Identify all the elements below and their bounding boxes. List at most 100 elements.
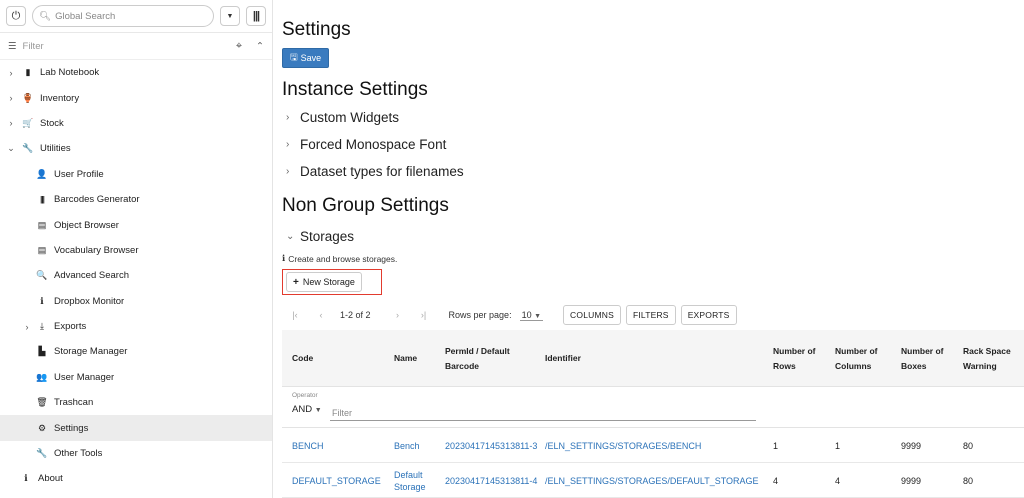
sidebar-item-utilities[interactable]: ⌄ 🔧 Utilities	[0, 136, 272, 161]
sidebar-item-label: Exports	[54, 321, 87, 333]
accordion-forced-monospace-font[interactable]: › Forced Monospace Font	[282, 131, 1016, 158]
cell-permid[interactable]: 20230417145313811-3	[445, 428, 540, 463]
sidebar-item-lab-notebook[interactable]: › ▮ Lab Notebook	[0, 60, 272, 85]
exports-button[interactable]: EXPORTS	[680, 305, 737, 325]
sidebar-item-storage-manager[interactable]: ▙ Storage Manager	[0, 339, 272, 364]
table-header: Code Name PermId / Default Barcode Ident…	[282, 330, 1024, 387]
next-page-icon[interactable]: ›	[385, 310, 411, 320]
chevron-right-icon[interactable]: ›	[6, 68, 16, 78]
accordion-label: Dataset types for filenames	[300, 164, 464, 179]
filter-icon: ☰	[8, 40, 17, 52]
cell-boxes: 9999	[901, 475, 922, 486]
non-group-settings-title: Non Group Settings	[282, 195, 449, 216]
collapse-all-icon[interactable]: ⌃	[256, 41, 264, 52]
header-permid[interactable]: PermId / Default Barcode	[445, 330, 530, 387]
rows-per-page-select[interactable]: 10 ▼	[519, 310, 544, 321]
operator-select[interactable]: AND ▼	[292, 404, 322, 415]
cell-name[interactable]: Default Storage	[394, 463, 434, 498]
save-label: Save	[300, 53, 322, 63]
info-icon: ℹ	[40, 295, 44, 306]
sidebar-item-other-tools[interactable]: 🔧 Other Tools	[0, 441, 272, 466]
storages-description: ℹ Create and browse storages.	[282, 253, 1016, 264]
inventory-icon: 🏺	[22, 92, 34, 103]
sidebar-item-vocabulary-browser[interactable]: ▤ Vocabulary Browser	[0, 238, 272, 263]
header-identifier[interactable]: Identifier	[545, 330, 581, 387]
user-icon: 👤	[36, 168, 48, 179]
cell-identifier[interactable]: /ELN_SETTINGS/STORAGES/BENCH	[545, 428, 701, 463]
chevron-right-icon[interactable]: ›	[6, 93, 16, 103]
cell-identifier[interactable]: /ELN_SETTINGS/STORAGES/DEFAULT_STORAGE	[545, 463, 759, 498]
search-dropdown-button[interactable]: ▼	[220, 6, 240, 26]
header-code[interactable]: Code	[292, 330, 313, 387]
caret-down-icon: ▼	[314, 407, 322, 414]
sidebar-item-label: Stock	[40, 117, 64, 129]
chevron-down-icon[interactable]: ⌄	[6, 143, 16, 154]
accordion-storages[interactable]: ⌄ Storages	[282, 223, 1016, 250]
filters-button[interactable]: FILTERS	[625, 305, 676, 325]
table-row[interactable]: DEFAULT_STORAGE Default Storage 20230417…	[282, 463, 1024, 498]
new-storage-button[interactable]: + New Storage	[286, 272, 362, 292]
page-range: 1-2 of 2	[340, 310, 371, 320]
sidebar-item-exports[interactable]: › ⤓ Exports	[0, 314, 272, 339]
power-icon: ⏻	[11, 9, 21, 22]
header-name[interactable]: Name	[394, 330, 417, 387]
sidebar-item-object-browser[interactable]: ▤ Object Browser	[0, 212, 272, 237]
page-title: Settings	[282, 19, 351, 40]
info-icon: ℹ	[282, 253, 286, 263]
accordion-dataset-types[interactable]: › Dataset types for filenames	[282, 158, 1016, 185]
sidebar-item-user-profile[interactable]: 👤 User Profile	[0, 162, 272, 187]
accordion-custom-widgets[interactable]: › Custom Widgets	[282, 104, 1016, 131]
cell-rows: 1	[773, 440, 779, 451]
cell-boxes: 9999	[901, 440, 922, 451]
last-page-icon[interactable]: ›|	[411, 310, 437, 320]
sidebar-item-trashcan[interactable]: 🗑 Trashcan	[0, 390, 272, 415]
save-button[interactable]: 🖫 Save	[282, 48, 330, 68]
list-icon: ▤	[37, 219, 47, 230]
sidebar-item-advanced-search[interactable]: 🔍 Advanced Search	[0, 263, 272, 288]
header-number-of-boxes[interactable]: Number of Boxes	[901, 330, 949, 387]
sidebar-item-about[interactable]: ℹ About	[0, 466, 272, 491]
prev-page-icon[interactable]: ‹	[308, 310, 334, 320]
sidebar-item-label: Object Browser	[54, 219, 119, 231]
barcode-button[interactable]: |||	[246, 6, 266, 26]
chevron-right-icon[interactable]: ›	[22, 322, 32, 332]
header-number-of-columns[interactable]: Number of Columns	[835, 330, 885, 387]
first-page-icon[interactable]: |‹	[282, 310, 308, 320]
columns-button[interactable]: COLUMNS	[563, 305, 621, 325]
cell-rack: 80	[963, 440, 974, 451]
sidebar-item-label: Other Tools	[54, 448, 103, 460]
header-number-of-rows[interactable]: Number of Rows	[773, 330, 821, 387]
cell-code[interactable]: BENCH	[292, 428, 324, 463]
info-icon: ℹ	[24, 473, 28, 484]
sidebar-item-label: Lab Notebook	[40, 67, 100, 79]
cell-name[interactable]: Bench	[394, 428, 420, 463]
table-filter-row: Operator AND ▼ Filter	[282, 387, 1024, 428]
cell-columns: 4	[835, 475, 841, 486]
search-icon: 🔍︎	[39, 10, 52, 22]
plus-icon: +	[293, 276, 299, 288]
table-row[interactable]: BENCH Bench 20230417145313811-3 /ELN_SET…	[282, 428, 1024, 463]
header-rack-space-warning[interactable]: Rack Space Warning	[963, 330, 1011, 387]
sidebar-item-settings[interactable]: ⚙ Settings	[0, 415, 272, 441]
cell-permid[interactable]: 20230417145313811-4	[445, 463, 540, 498]
cell-code[interactable]: DEFAULT_STORAGE	[292, 463, 381, 498]
sidebar-item-label: Advanced Search	[54, 270, 129, 282]
logout-button[interactable]: ⏻	[6, 6, 26, 26]
sidebar-filter: ☰ Filter ⌖ ⌃	[0, 33, 272, 60]
locate-icon[interactable]: ⌖	[236, 40, 242, 53]
barcode-icon: |||	[252, 10, 260, 22]
sidebar-filter-input[interactable]: Filter	[23, 41, 230, 52]
sidebar-item-user-manager[interactable]: 👥 User Manager	[0, 365, 272, 390]
chevron-right-icon[interactable]: ›	[6, 118, 16, 128]
sidebar-topbar: ⏻ 🔍︎ Global Search ▼ |||	[0, 0, 272, 33]
new-storage-label: New Storage	[302, 277, 355, 287]
sidebar-item-dropbox-monitor[interactable]: ℹ Dropbox Monitor	[0, 289, 272, 314]
global-search-input[interactable]: 🔍︎ Global Search	[32, 5, 214, 27]
chevron-right-icon: ›	[286, 166, 290, 177]
sidebar-item-stock[interactable]: › 🛒 Stock	[0, 111, 272, 136]
main-panel: Settings 🖫 Save Instance Settings › Cust…	[274, 0, 1024, 498]
sidebar-item-barcodes-generator[interactable]: ||| Barcodes Generator	[0, 187, 272, 212]
chevron-down-icon: ⌄	[286, 231, 295, 242]
sidebar-item-inventory[interactable]: › 🏺 Inventory	[0, 85, 272, 110]
table-filter-input[interactable]: Filter	[330, 405, 756, 421]
